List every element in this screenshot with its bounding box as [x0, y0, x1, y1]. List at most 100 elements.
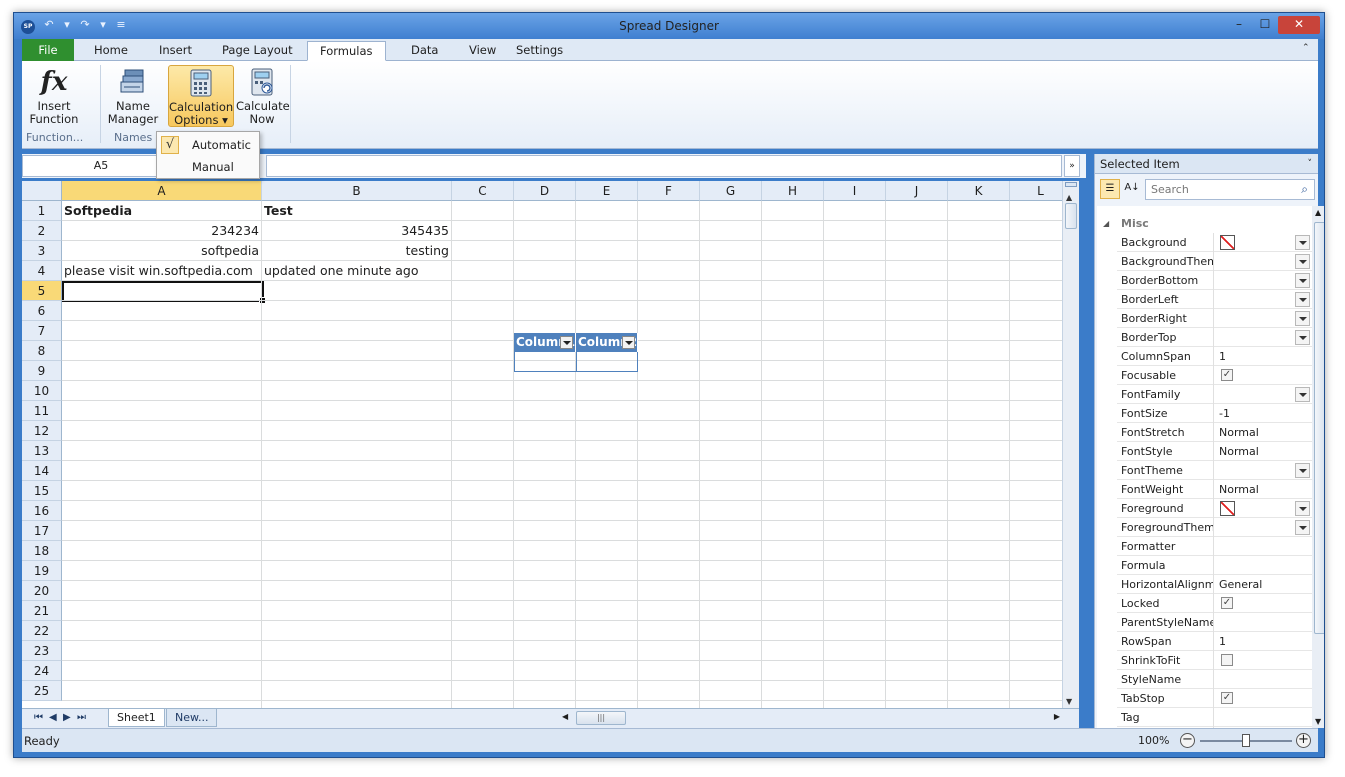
column-header-f[interactable]: F — [638, 181, 700, 201]
chevron-down-icon[interactable] — [1295, 292, 1310, 307]
property-row-fontstretch[interactable]: FontStretch Normal — [1117, 423, 1312, 442]
row-header-7[interactable]: 7 — [22, 321, 62, 341]
property-row-borderright[interactable]: BorderRight — [1117, 309, 1312, 328]
column-header-h[interactable]: H — [762, 181, 824, 201]
zoom-slider-thumb[interactable] — [1242, 734, 1250, 747]
property-value[interactable]: Normal — [1219, 480, 1299, 499]
column-header-l[interactable]: L — [1010, 181, 1062, 201]
new-sheet-tab[interactable]: New... — [166, 709, 218, 727]
property-row-foreground[interactable]: Foreground — [1117, 499, 1312, 518]
property-value[interactable]: 1 — [1219, 347, 1299, 366]
chevron-down-icon[interactable] — [1295, 311, 1310, 326]
tab-page-layout[interactable]: Page Layout — [210, 41, 305, 61]
tab-view[interactable]: View — [457, 41, 508, 61]
menu-item-automatic[interactable]: √ Automatic — [157, 134, 259, 156]
column-header-a[interactable]: A — [62, 181, 262, 201]
cell-b1[interactable]: Test — [262, 201, 451, 221]
row-header-4[interactable]: 4 — [22, 261, 62, 281]
cell-b3[interactable]: testing — [262, 241, 451, 261]
property-row-formatter[interactable]: Formatter — [1117, 537, 1312, 556]
column-header-k[interactable]: K — [948, 181, 1010, 201]
column-header-i[interactable]: I — [824, 181, 886, 201]
tab-home[interactable]: Home — [82, 41, 140, 61]
row-header-17[interactable]: 17 — [22, 521, 62, 541]
property-checkbox[interactable]: ✓ — [1221, 692, 1233, 704]
scroll-down-icon[interactable]: ▼ — [1315, 717, 1321, 726]
vertical-scrollbar[interactable]: ▲ ▼ — [1062, 181, 1079, 708]
column-header-j[interactable]: J — [886, 181, 948, 201]
row-header-12[interactable]: 12 — [22, 421, 62, 441]
calculate-now-button[interactable]: Calculate Now — [236, 65, 290, 127]
row-header-24[interactable]: 24 — [22, 661, 62, 681]
row-header-9[interactable]: 9 — [22, 361, 62, 381]
row-header-5[interactable]: 5 — [22, 281, 62, 301]
vertical-scroll-thumb[interactable] — [1065, 203, 1077, 229]
prev-sheet-icon[interactable]: ◀ — [49, 712, 57, 723]
scroll-right-icon[interactable]: ▶ — [1054, 712, 1060, 721]
scroll-down-icon[interactable]: ▼ — [1066, 697, 1072, 706]
insert-function-button[interactable]: fx Insert Function — [28, 65, 80, 127]
filter-dropdown-icon[interactable] — [560, 336, 573, 349]
select-all-corner[interactable] — [22, 181, 62, 201]
table-header-2[interactable]: Column2 — [576, 333, 638, 352]
row-header-6[interactable]: 6 — [22, 301, 62, 321]
property-row-borderleft[interactable]: BorderLeft — [1117, 290, 1312, 309]
property-row-horizontalalignm[interactable]: HorizontalAlignm General — [1117, 575, 1312, 594]
property-checkbox[interactable] — [1221, 654, 1233, 666]
property-scroll-thumb[interactable] — [1314, 222, 1324, 634]
row-header-19[interactable]: 19 — [22, 561, 62, 581]
property-row-fontweight[interactable]: FontWeight Normal — [1117, 480, 1312, 499]
scroll-up-icon[interactable]: ▲ — [1066, 193, 1072, 202]
property-row-bordertop[interactable]: BorderTop — [1117, 328, 1312, 347]
cell-a2[interactable]: 234234 — [62, 221, 261, 241]
column-header-b[interactable]: B — [262, 181, 452, 201]
column-header-g[interactable]: G — [700, 181, 762, 201]
row-header-14[interactable]: 14 — [22, 461, 62, 481]
column-header-d[interactable]: D — [514, 181, 576, 201]
scroll-left-icon[interactable]: ◀ — [562, 712, 568, 721]
ribbon-collapse-icon[interactable]: ⌃ — [1302, 43, 1314, 55]
next-sheet-icon[interactable]: ▶ — [63, 712, 71, 723]
property-value[interactable]: Normal — [1219, 423, 1299, 442]
property-value[interactable]: 1 — [1219, 632, 1299, 651]
property-row-fontsize[interactable]: FontSize -1 — [1117, 404, 1312, 423]
tab-settings[interactable]: Settings — [504, 41, 575, 61]
column-header-e[interactable]: E — [576, 181, 638, 201]
tab-file[interactable]: File — [22, 39, 74, 61]
property-row-shrinktofit[interactable]: ShrinkToFit — [1117, 651, 1312, 670]
color-swatch-icon[interactable] — [1220, 501, 1235, 516]
row-header-18[interactable]: 18 — [22, 541, 62, 561]
cell-a3[interactable]: softpedia — [62, 241, 261, 261]
formula-expand-icon[interactable]: » — [1064, 155, 1080, 177]
zoom-label[interactable]: 100% — [1138, 734, 1169, 747]
scroll-up-icon[interactable]: ▲ — [1315, 208, 1321, 217]
row-header-16[interactable]: 16 — [22, 501, 62, 521]
formula-input[interactable] — [266, 155, 1062, 177]
property-row-background[interactable]: Background — [1117, 233, 1312, 252]
cell-b2[interactable]: 345435 — [262, 221, 451, 241]
zoom-in-button[interactable]: + — [1296, 733, 1311, 748]
property-row-tag[interactable]: Tag — [1117, 708, 1312, 727]
chevron-down-icon[interactable] — [1295, 520, 1310, 535]
tab-data[interactable]: Data — [399, 41, 450, 61]
property-row-fontfamily[interactable]: FontFamily — [1117, 385, 1312, 404]
collapse-arrow-icon[interactable]: ◢ — [1103, 214, 1109, 233]
property-value[interactable]: -1 — [1219, 404, 1299, 423]
cell-a1[interactable]: Softpedia — [62, 201, 261, 221]
chevron-down-icon[interactable] — [1295, 330, 1310, 345]
chevron-down-icon[interactable] — [1295, 235, 1310, 250]
property-scrollbar[interactable]: ▲ ▼ — [1312, 206, 1324, 728]
property-search-input[interactable]: Search ⌕ — [1145, 179, 1315, 200]
selected-cell-a5[interactable] — [62, 281, 266, 304]
chevron-down-icon[interactable] — [1295, 254, 1310, 269]
zoom-out-button[interactable]: − — [1180, 733, 1195, 748]
horizontal-scroll-thumb[interactable]: ||| — [576, 711, 626, 725]
name-manager-button[interactable]: Name Manager — [106, 65, 160, 127]
row-header-25[interactable]: 25 — [22, 681, 62, 701]
search-icon[interactable]: ⌕ — [1301, 180, 1308, 199]
property-row-stylename[interactable]: StyleName — [1117, 670, 1312, 689]
split-handle[interactable] — [1065, 182, 1077, 187]
chevron-down-icon[interactable] — [1295, 463, 1310, 478]
row-header-2[interactable]: 2 — [22, 221, 62, 241]
row-header-11[interactable]: 11 — [22, 401, 62, 421]
